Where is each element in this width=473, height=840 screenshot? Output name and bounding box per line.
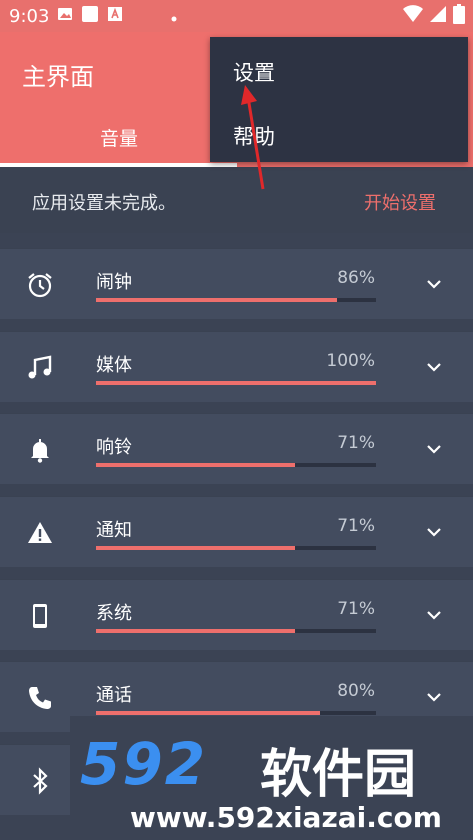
battery-icon [453,4,465,28]
chevron-down-icon[interactable] [425,523,443,541]
signal-icon [429,5,447,27]
text-a-icon [107,6,123,26]
status-bar: 9:03 [0,0,473,32]
dot-icon [171,7,177,26]
bell-icon [31,439,49,463]
tab-volume[interactable]: 音量 [100,124,138,151]
volume-slider-fill [96,711,320,715]
stream-row-alarm[interactable]: 闹钟 86% [0,248,473,319]
alarm-icon [28,273,52,298]
chevron-down-icon[interactable] [425,688,443,706]
setup-message: 应用设置未完成。 [32,193,176,214]
square-icon [81,5,99,27]
stream-percent: 100% [326,351,375,371]
music-note-icon [28,355,52,379]
stream-percent: 71% [337,599,375,619]
stream-label: 响铃 [96,437,132,458]
warning-icon [28,522,52,543]
volume-slider-fill [96,381,376,385]
watermark: 592 软件园 www.592xiazai.com [70,716,473,840]
stream-label: 通话 [96,685,132,706]
phone-device-icon [33,604,47,628]
start-setup-button[interactable]: 开始设置 [364,189,436,215]
stream-percent: 71% [337,516,375,536]
volume-slider-fill [96,463,295,467]
volume-slider-fill [96,546,295,550]
image-icon [57,6,73,26]
chevron-down-icon[interactable] [425,606,443,624]
stream-label: 通知 [96,520,132,541]
phone-call-icon [29,687,51,709]
stream-row-media[interactable]: 媒体 100% [0,331,473,402]
stream-percent: 80% [337,681,375,701]
chevron-down-icon[interactable] [425,275,443,293]
volume-slider[interactable] [96,629,376,633]
stream-label: 闹钟 [96,272,132,293]
volume-slider[interactable] [96,463,376,467]
stream-percent: 86% [337,268,375,288]
stream-percent: 71% [337,433,375,453]
watermark-brand-cn: 软件园 [260,745,417,805]
bluetooth-icon [33,767,48,795]
watermark-url: www.592xiazai.com [130,801,442,834]
status-icons [403,4,465,28]
stream-row-notification[interactable]: 通知 71% [0,496,473,567]
volume-slider[interactable] [96,546,376,550]
stream-label: 媒体 [96,355,132,376]
chevron-down-icon[interactable] [425,440,443,458]
wifi-icon [403,5,423,27]
volume-slider-fill [96,629,295,633]
watermark-brand: 592 [80,730,208,798]
chevron-down-icon[interactable] [425,358,443,376]
page-title: 主界面 [22,63,94,91]
volume-slider[interactable] [96,298,376,302]
menu-item-settings[interactable]: 设置 [233,57,275,87]
volume-slider-fill [96,298,337,302]
stream-row-ringtone[interactable]: 响铃 71% [0,413,473,484]
status-time: 9:03 [9,5,50,27]
volume-slider[interactable] [96,711,376,715]
annotation-arrow-icon [241,85,265,190]
stream-row-system[interactable]: 系统 71% [0,579,473,650]
volume-slider[interactable] [96,381,376,385]
stream-label: 系统 [96,603,132,624]
